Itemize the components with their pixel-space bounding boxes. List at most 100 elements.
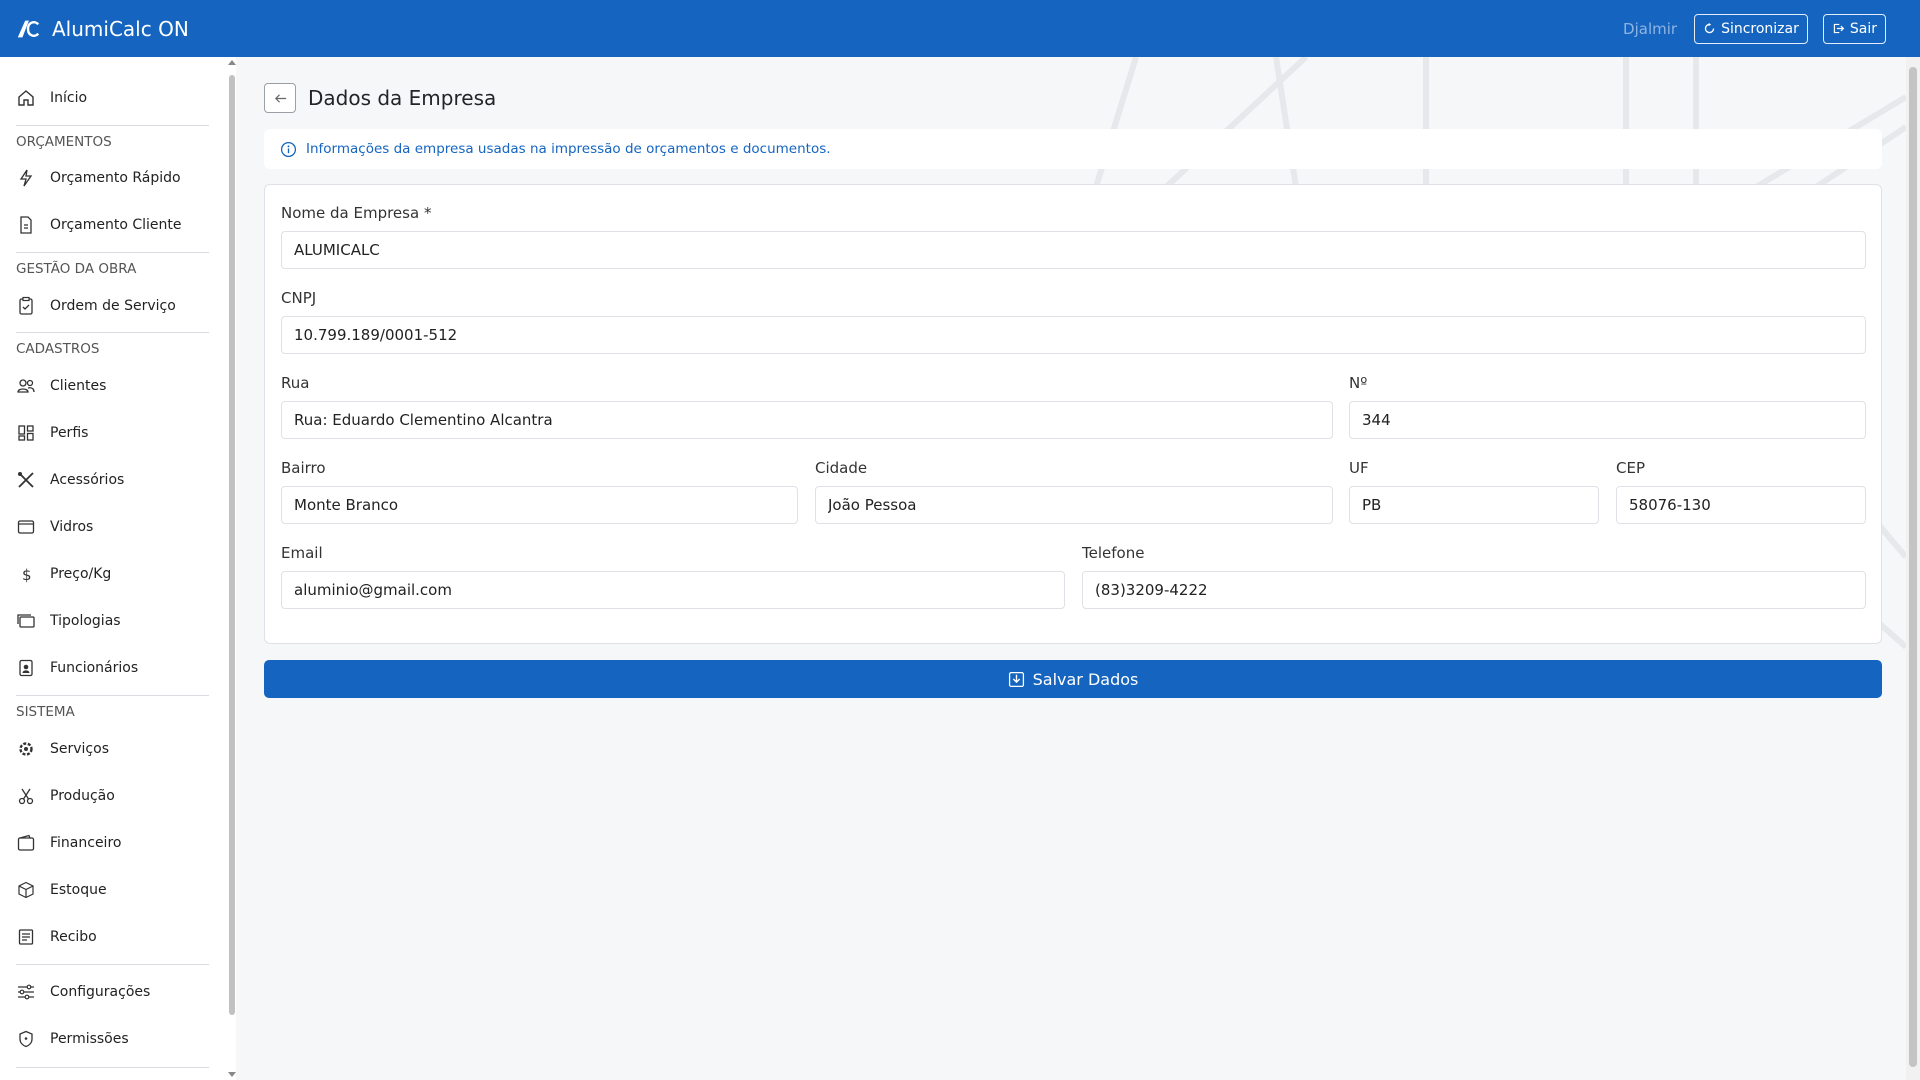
save-label: Salvar Dados bbox=[1032, 669, 1139, 689]
sidebar-item-recibo[interactable]: Recibo bbox=[16, 917, 216, 957]
page-scroll-thumb[interactable] bbox=[1909, 67, 1917, 1067]
scissors-icon bbox=[18, 788, 34, 805]
scroll-up-icon[interactable] bbox=[228, 60, 236, 65]
logout-icon bbox=[1833, 23, 1845, 34]
page-scrollbar[interactable] bbox=[1906, 57, 1920, 1080]
sidebar-item-label: Recibo bbox=[50, 929, 97, 945]
window-icon bbox=[17, 520, 35, 534]
badge-icon bbox=[19, 659, 33, 677]
tools-icon bbox=[18, 472, 34, 488]
box-icon bbox=[18, 881, 34, 899]
sidebar-item-producao[interactable]: Produção bbox=[16, 776, 216, 816]
sidebar-item-label: Estoque bbox=[50, 882, 107, 898]
sidebar-item-funcionarios[interactable]: Funcionários bbox=[16, 648, 216, 688]
sidebar: Início ORÇAMENTOS Orçamento Rápido Orçam… bbox=[0, 57, 236, 1080]
arrow-left-icon bbox=[274, 93, 286, 103]
sidebar-item-clientes[interactable]: Clientes bbox=[16, 366, 216, 406]
sidebar-item-label: Perfis bbox=[50, 425, 89, 441]
telefone-label: Telefone bbox=[1082, 544, 1145, 562]
lightning-icon bbox=[19, 169, 33, 187]
section-cadastros: CADASTROS bbox=[16, 341, 100, 357]
sidebar-item-label: Serviços bbox=[50, 741, 109, 757]
back-button[interactable] bbox=[264, 83, 296, 113]
sidebar-item-label: Orçamento Rápido bbox=[50, 170, 181, 186]
company-name-input[interactable] bbox=[281, 231, 1866, 269]
sidebar-item-label: Início bbox=[50, 90, 88, 106]
svg-text:$: $ bbox=[22, 566, 32, 584]
sidebar-item-label: Clientes bbox=[50, 378, 107, 394]
logout-button[interactable]: Sair bbox=[1822, 13, 1886, 44]
scroll-down-icon[interactable] bbox=[228, 1072, 236, 1077]
nome-label: Nome da Empresa * bbox=[281, 204, 432, 222]
field-group-email: Email bbox=[281, 544, 1065, 609]
field-group-cidade: Cidade bbox=[815, 459, 1333, 524]
sidebar-item-acessorios[interactable]: Acessórios bbox=[16, 460, 216, 500]
sidebar-item-label: Orçamento Cliente bbox=[50, 217, 182, 233]
sliders-icon bbox=[18, 984, 34, 1000]
dollar-icon: $ bbox=[22, 566, 32, 584]
sidebar-item-financeiro[interactable]: Financeiro bbox=[16, 823, 216, 863]
sidebar-item-ordem-servico[interactable]: Ordem de Serviço bbox=[16, 286, 216, 326]
street-input[interactable] bbox=[281, 401, 1333, 439]
sidebar-item-servicos[interactable]: Serviços bbox=[16, 729, 216, 769]
sidebar-item-label: Financeiro bbox=[50, 835, 122, 851]
sidebar-item-label: Preço/Kg bbox=[50, 566, 112, 582]
neighborhood-input[interactable] bbox=[281, 486, 798, 524]
field-group-bairro: Bairro bbox=[281, 459, 798, 524]
sidebar-item-label: Configurações bbox=[50, 984, 151, 1000]
info-alert: Informações da empresa usadas na impress… bbox=[264, 129, 1882, 169]
users-icon bbox=[17, 379, 35, 393]
sidebar-item-preco-kg[interactable]: $ Preço/Kg bbox=[16, 554, 216, 594]
save-button[interactable]: Salvar Dados bbox=[264, 660, 1882, 698]
city-input[interactable] bbox=[815, 486, 1333, 524]
sidebar-item-label: Produção bbox=[50, 788, 115, 804]
scroll-thumb[interactable] bbox=[229, 75, 235, 1015]
email-input[interactable] bbox=[281, 571, 1065, 609]
home-icon bbox=[18, 90, 34, 106]
field-group-cnpj: CNPJ bbox=[281, 289, 1866, 354]
sidebar-scrollbar[interactable] bbox=[228, 57, 236, 1080]
grid-icon bbox=[18, 425, 34, 441]
sidebar-item-label: Acessórios bbox=[50, 472, 125, 488]
sidebar-item-orcamento-rapido[interactable]: Orçamento Rápido bbox=[16, 158, 216, 198]
sidebar-item-label: Permissões bbox=[50, 1031, 129, 1047]
number-input[interactable] bbox=[1349, 401, 1866, 439]
info-icon bbox=[280, 141, 297, 157]
state-input[interactable] bbox=[1349, 486, 1599, 524]
app-title: AlumiCalc ON bbox=[52, 16, 189, 41]
refresh-icon bbox=[1704, 22, 1715, 34]
save-icon bbox=[1008, 671, 1024, 687]
info-text: Informações da empresa usadas na impress… bbox=[306, 141, 831, 157]
top-bar: AlumiCalc ON Djalmir Sincronizar Sair bbox=[0, 0, 1920, 57]
section-orcamentos: ORÇAMENTOS bbox=[16, 134, 112, 150]
field-group-numero: Nº bbox=[1349, 374, 1866, 439]
section-gestao: GESTÃO DA OBRA bbox=[16, 261, 137, 277]
cnpj-label: CNPJ bbox=[281, 289, 317, 307]
cidade-label: Cidade bbox=[815, 459, 868, 477]
sidebar-item-orcamento-cliente[interactable]: Orçamento Cliente bbox=[16, 205, 216, 245]
divider bbox=[16, 125, 209, 126]
zip-input[interactable] bbox=[1616, 486, 1866, 524]
sidebar-item-permissoes[interactable]: Permissões bbox=[16, 1019, 216, 1059]
sidebar-item-perfis[interactable]: Perfis bbox=[16, 413, 216, 453]
cnpj-input[interactable] bbox=[281, 316, 1866, 354]
document-icon bbox=[20, 216, 32, 234]
sidebar-item-vidros[interactable]: Vidros bbox=[16, 507, 216, 547]
field-group-nome: Nome da Empresa * bbox=[281, 204, 1866, 269]
wallet-icon bbox=[17, 834, 35, 851]
phone-input[interactable] bbox=[1082, 571, 1866, 609]
sidebar-item-configuracoes[interactable]: Configurações bbox=[16, 972, 216, 1012]
section-sistema: SISTEMA bbox=[16, 704, 75, 720]
sidebar-item-label: Vidros bbox=[50, 519, 94, 535]
sidebar-item-inicio[interactable]: Início bbox=[16, 78, 216, 118]
sync-label: Sincronizar bbox=[1721, 20, 1799, 37]
cep-label: CEP bbox=[1616, 459, 1645, 477]
sync-button[interactable]: Sincronizar bbox=[1694, 13, 1808, 44]
main-content: Dados da Empresa Informações da empresa … bbox=[236, 57, 1906, 1080]
logout-label: Sair bbox=[1849, 20, 1877, 37]
brand[interactable]: AlumiCalc ON bbox=[14, 15, 189, 43]
divider bbox=[16, 695, 209, 696]
gear-icon bbox=[19, 742, 33, 756]
sidebar-item-tipologias[interactable]: Tipologias bbox=[16, 601, 216, 641]
sidebar-item-estoque[interactable]: Estoque bbox=[16, 870, 216, 910]
